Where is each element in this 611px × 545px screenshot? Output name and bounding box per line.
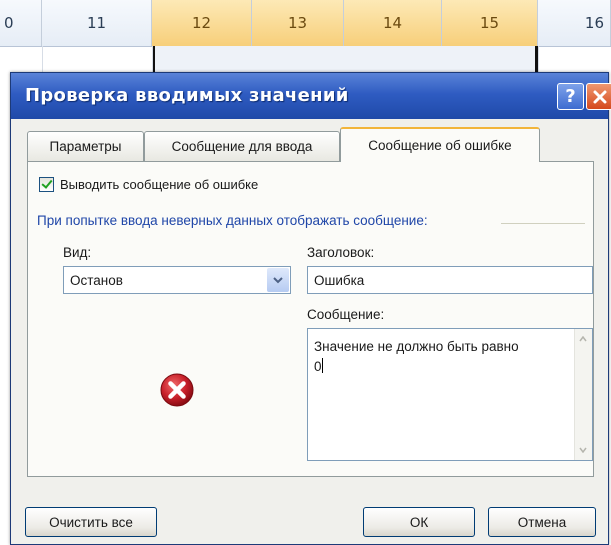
- cancel-button[interactable]: Отмена: [488, 507, 596, 537]
- column-header-selected[interactable]: 13: [252, 0, 344, 46]
- message-line: Значение не должно быть равно: [314, 339, 519, 354]
- text-caret: [321, 358, 323, 373]
- scroll-up-icon[interactable]: [576, 331, 590, 347]
- data-validation-dialog: Проверка вводимых значений ? Параметры С…: [10, 72, 611, 545]
- column-header[interactable]: 11: [42, 0, 152, 46]
- selected-range[interactable]: [152, 46, 538, 74]
- ok-button[interactable]: ОК: [363, 507, 475, 537]
- column-header-row: 0 11 12 13 14 15 16: [0, 0, 611, 47]
- close-icon[interactable]: [586, 83, 611, 110]
- stop-error-icon: [159, 372, 195, 408]
- tab-error-alert[interactable]: Сообщение об ошибке: [340, 127, 540, 162]
- column-header[interactable]: 16: [538, 0, 611, 46]
- column-header-selected[interactable]: 12: [152, 0, 252, 46]
- style-label: Вид:: [63, 245, 92, 260]
- dialog-titlebar[interactable]: Проверка вводимых значений ?: [11, 73, 611, 119]
- show-error-checkbox[interactable]: [39, 177, 54, 192]
- show-error-checkbox-label: Выводить сообщение об ошибке: [60, 177, 259, 192]
- message-field[interactable]: Значение не должно быть равно 0: [307, 328, 593, 461]
- help-icon[interactable]: ?: [557, 83, 584, 110]
- message-scrollbar[interactable]: [574, 329, 592, 460]
- column-header-selected[interactable]: 14: [344, 0, 442, 46]
- tab-input-message[interactable]: Сообщение для ввода: [144, 131, 340, 161]
- style-select-value: Останов: [70, 273, 123, 288]
- style-select[interactable]: Останов: [63, 266, 291, 294]
- message-label: Сообщение:: [307, 307, 385, 322]
- chevron-down-icon[interactable]: [267, 268, 289, 292]
- group-divider: [501, 223, 585, 224]
- group-label: При попытке ввода неверных данных отобра…: [37, 213, 428, 228]
- scroll-down-icon[interactable]: [576, 442, 590, 458]
- column-header[interactable]: 0: [0, 0, 42, 46]
- show-error-checkbox-row[interactable]: Выводить сообщение об ошибке: [39, 177, 258, 192]
- title-field[interactable]: Ошибка: [307, 266, 593, 294]
- tab-parameters[interactable]: Параметры: [27, 131, 144, 161]
- title-label: Заголовок:: [307, 245, 375, 260]
- message-line: 0: [314, 359, 322, 374]
- dialog-title: Проверка вводимых значений: [25, 85, 349, 106]
- column-header-selected[interactable]: 15: [442, 0, 538, 46]
- clear-all-button[interactable]: Очистить все: [25, 507, 157, 537]
- message-text: Значение не должно быть равно 0: [314, 337, 566, 377]
- title-field-value: Ошибка: [314, 273, 365, 288]
